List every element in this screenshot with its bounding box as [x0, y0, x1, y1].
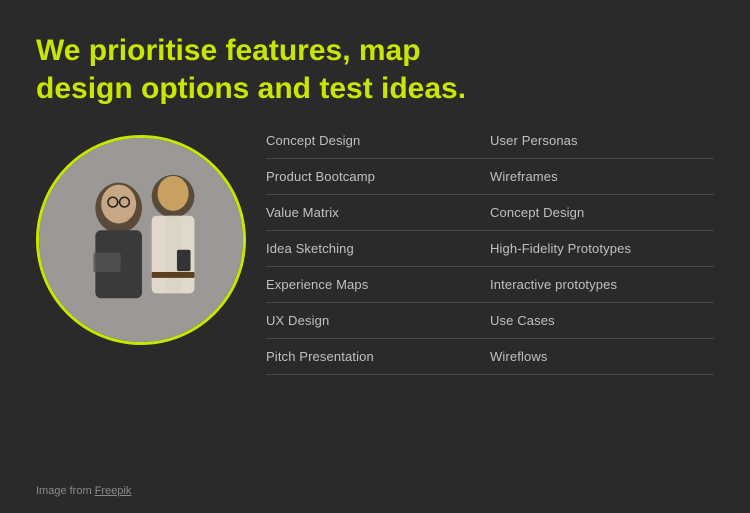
team-photo — [36, 135, 246, 345]
list-item: User Personas — [490, 127, 714, 159]
list-item: Experience Maps — [266, 267, 490, 303]
freepik-link[interactable]: Freepik — [95, 485, 132, 497]
list-item: High-Fidelity Prototypes — [490, 231, 714, 267]
list-item: Concept Design — [266, 127, 490, 159]
image-credit: Image from Freepik — [36, 485, 131, 497]
list-item: Idea Sketching — [266, 231, 490, 267]
list-item: Product Bootcamp — [266, 159, 490, 195]
page-headline: We prioritise features, map design optio… — [36, 32, 476, 107]
lists-area: Concept Design Product Bootcamp Value Ma… — [266, 127, 714, 375]
list-item: Wireflows — [490, 339, 714, 375]
list-item: Concept Design — [490, 195, 714, 231]
content-row: Concept Design Product Bootcamp Value Ma… — [36, 127, 714, 493]
list-item: UX Design — [266, 303, 490, 339]
right-list-column: User Personas Wireframes Concept Design … — [490, 127, 714, 375]
left-list-column: Concept Design Product Bootcamp Value Ma… — [266, 127, 490, 375]
list-item: Pitch Presentation — [266, 339, 490, 375]
list-item: Value Matrix — [266, 195, 490, 231]
list-item: Use Cases — [490, 303, 714, 339]
list-item: Wireframes — [490, 159, 714, 195]
list-item: Interactive prototypes — [490, 267, 714, 303]
page-container: We prioritise features, map design optio… — [0, 0, 750, 513]
